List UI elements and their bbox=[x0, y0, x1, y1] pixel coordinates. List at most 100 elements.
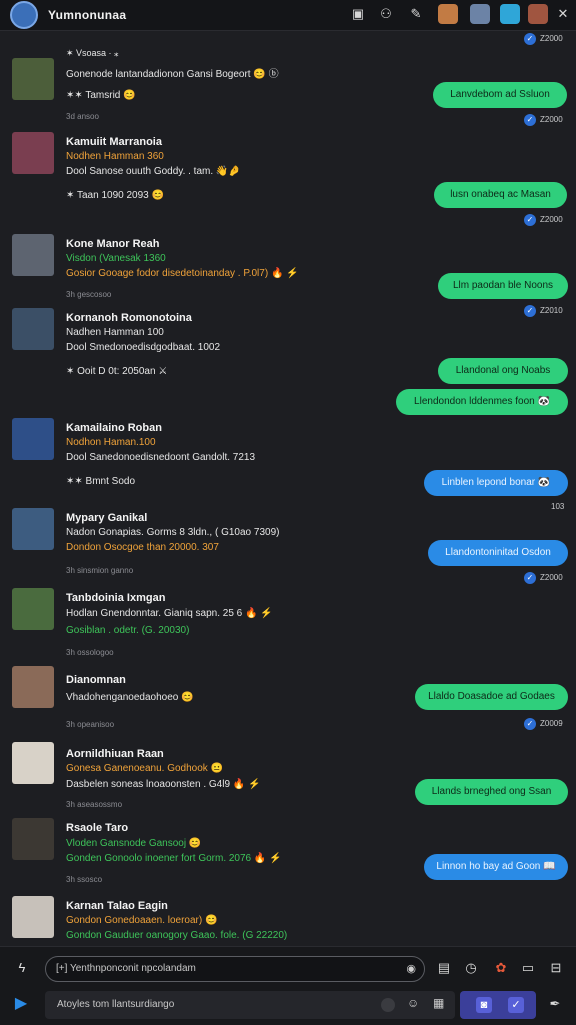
reaction: ✶✶ Tamsrid 😊 bbox=[66, 90, 136, 101]
contact-avatar-2[interactable] bbox=[470, 4, 490, 24]
attach-icon[interactable]: ⊟ bbox=[547, 959, 565, 977]
clock-icon[interactable]: ◷ bbox=[462, 959, 480, 977]
search-input[interactable]: [+] Yenthnponconit npcolandam ◉ bbox=[45, 956, 425, 982]
share-icon[interactable]: ⚇ bbox=[378, 6, 394, 22]
emoji-icon[interactable]: ☺ bbox=[407, 996, 419, 1010]
avatar[interactable] bbox=[12, 666, 54, 708]
timestamp: 3h aseasossmo bbox=[66, 800, 123, 809]
message-text: Dool Sanedonoedisnedoont Gandolt. 7213 bbox=[66, 452, 256, 463]
sender-name: Aornildhiuan Raan bbox=[66, 748, 164, 760]
user-avatar[interactable] bbox=[10, 1, 38, 29]
search-placeholder: [+] Yenthnponconit npcolandam bbox=[56, 963, 196, 974]
message-subtitle: Hodlan Gnendonntar. Gianiq sapn. 25 6 🔥 … bbox=[66, 608, 273, 619]
app-title: Yumnonunaa bbox=[48, 8, 127, 22]
message-text: Gosior Gooage fodor disedetoinanday . P.… bbox=[66, 268, 299, 279]
message-text: Dondon Osocgoe than 20000. 307 bbox=[66, 542, 219, 553]
message-subtitle: Nodhon Haman.100 bbox=[66, 437, 156, 448]
gif-icon[interactable]: ▦ bbox=[433, 996, 444, 1010]
contact-avatar-3[interactable] bbox=[528, 4, 548, 24]
avatar[interactable] bbox=[12, 588, 54, 630]
message-text: Gosiblan . odetr. (G. 20030) bbox=[66, 625, 190, 636]
message-subtitle: Visdon (Vanesak 1360 bbox=[66, 253, 166, 264]
sender-name: Rsaole Taro bbox=[66, 822, 129, 834]
avatar[interactable] bbox=[12, 132, 54, 174]
action-button-group[interactable]: ◙ ✓ bbox=[460, 991, 536, 1019]
message-text: Dool Sanose ouuth Goddy. . tam. 👋🤌 bbox=[66, 166, 241, 177]
sender-name: Kamuiit Marranoia bbox=[66, 136, 162, 148]
outgoing-message[interactable]: Lanvdebom ad Ssluon bbox=[433, 82, 567, 108]
message-subtitle: Nadhen Hamman 100 bbox=[66, 327, 164, 338]
outgoing-message[interactable]: Llands brneghed ong Ssan bbox=[415, 779, 568, 805]
timestamp: ✓ Z2000 bbox=[524, 572, 563, 584]
message-subtitle: Gondon Gonedoaaen. loeroar) 😊 bbox=[66, 915, 218, 926]
timestamp: ✓ Z2010 bbox=[524, 305, 563, 317]
timestamp: 3h sinsmion ganno bbox=[66, 566, 134, 575]
avatar[interactable] bbox=[12, 742, 54, 784]
timestamp: ✓ Z2000 bbox=[524, 33, 563, 45]
app-icon[interactable] bbox=[500, 4, 520, 24]
outgoing-message[interactable]: Llaldo Doasadoe ad Godaes bbox=[415, 684, 568, 710]
timestamp: ✓ Z0009 bbox=[524, 718, 563, 730]
timestamp: 3h gescosoo bbox=[66, 290, 112, 299]
sender-name: Kornanoh Romonotoina bbox=[66, 312, 192, 324]
timestamp: 103 bbox=[551, 502, 565, 511]
sender-name: Karnan Talao Eagin bbox=[66, 900, 168, 912]
avatar[interactable] bbox=[12, 896, 54, 938]
avatar[interactable] bbox=[12, 418, 54, 460]
sender-name: Dianomnan bbox=[66, 674, 126, 686]
more-icon[interactable]: ✒ bbox=[546, 995, 564, 1013]
sender-name: Kamailaino Roban bbox=[66, 422, 162, 434]
timestamp: 3h ssosco bbox=[66, 875, 103, 884]
play-icon[interactable]: ▶ bbox=[12, 995, 30, 1013]
message-text: Dool Smedonoedisdgodbaat. 1002 bbox=[66, 342, 221, 353]
camera-icon[interactable]: ◙ bbox=[476, 997, 492, 1013]
message-text: Gonenode lantandadionon Gansi Bogeort 😊 … bbox=[66, 69, 279, 80]
avatar[interactable] bbox=[12, 234, 54, 276]
outgoing-message[interactable]: Linblen lepond bonar 🐼 bbox=[424, 470, 568, 496]
sticker-icon[interactable]: ✿ bbox=[492, 959, 510, 977]
reaction: ✶ Taan 1090 2093 😊 bbox=[66, 190, 164, 201]
timestamp: 3d ansoo bbox=[66, 112, 99, 121]
sender-name: Kone Manor Reah bbox=[66, 238, 160, 250]
message-subtitle: Nadon Gonapias. Gorms 8 3ldn., ( G10ao 7… bbox=[66, 527, 280, 538]
avatar[interactable] bbox=[12, 308, 54, 350]
message-text: Vhadohenganoedaohoeo 😊 bbox=[66, 692, 194, 703]
chat-area: ✓ Z2000 ✶ Vsoasa · ⁎ Gonenode lantandadio… bbox=[0, 30, 576, 946]
record-icon[interactable] bbox=[381, 998, 395, 1012]
timestamp: 3h opeanisoo bbox=[66, 720, 115, 729]
reaction: ✶ Vsoasa · ⁎ bbox=[66, 48, 119, 58]
composer: ϟ [+] Yenthnponconit npcolandam ◉ ▤ ◷ ✿ … bbox=[0, 946, 576, 1025]
contact-avatar-1[interactable] bbox=[438, 4, 458, 24]
close-icon[interactable]: ✕ bbox=[555, 6, 571, 22]
message-placeholder: Atoyles tom llantsurdiango bbox=[57, 999, 175, 1010]
message-text: Dasbelen soneas lnoaoonsten . G4l9 🔥 ⚡ bbox=[66, 779, 261, 790]
message-text: Gondon Gauduer oanogory Gaao. fole. (G 2… bbox=[66, 930, 288, 941]
message-text: Gonden Gonoolo inoener fort Gorm. 2076 🔥… bbox=[66, 853, 282, 864]
image-icon[interactable]: ▭ bbox=[519, 959, 537, 977]
edit-icon[interactable]: ✎ bbox=[408, 6, 424, 22]
top-bar: Yumnonunaa ▣ ⚇ ✎ ✕ bbox=[0, 0, 576, 31]
avatar[interactable] bbox=[12, 58, 54, 100]
timestamp: ✓ Z2000 bbox=[524, 214, 563, 226]
timestamp: 3h ossologoo bbox=[66, 648, 114, 657]
timestamp: ✓ Z2000 bbox=[524, 114, 563, 126]
outgoing-message[interactable]: Llendondon lddenmes foon 🐼 bbox=[396, 389, 568, 415]
reaction: ✶ Ooit D 0t: 2050an ⚔ bbox=[66, 366, 168, 377]
check-icon[interactable]: ✓ bbox=[508, 997, 524, 1013]
avatar[interactable] bbox=[12, 818, 54, 860]
sender-name: Tanbdoinia Ixmgan bbox=[66, 592, 166, 604]
outgoing-message[interactable]: Llandonal ong Noabs bbox=[438, 358, 568, 384]
outgoing-message[interactable]: Llandontoninitad Osdon bbox=[428, 540, 568, 566]
message-input[interactable]: Atoyles tom llantsurdiango ☺ ▦ bbox=[45, 991, 455, 1019]
sender-name: Mypary Ganikal bbox=[66, 512, 148, 524]
message-subtitle: Vloden Gansnode Gansooj 😊 bbox=[66, 838, 202, 849]
avatar[interactable] bbox=[12, 508, 54, 550]
screenshot-icon[interactable]: ▣ bbox=[350, 6, 366, 22]
outgoing-message[interactable]: Linnon ho bay ad Goon 📖 bbox=[424, 854, 568, 880]
lightning-icon[interactable]: ϟ bbox=[13, 959, 31, 977]
outgoing-message[interactable]: Llm paodan ble Noons bbox=[438, 273, 568, 299]
message-subtitle: Nodhen Hamman 360 bbox=[66, 151, 164, 162]
search-icon[interactable]: ◉ bbox=[406, 962, 416, 975]
outgoing-message[interactable]: lusn onabeq ac Masan bbox=[434, 182, 567, 208]
calendar-icon[interactable]: ▤ bbox=[435, 959, 453, 977]
